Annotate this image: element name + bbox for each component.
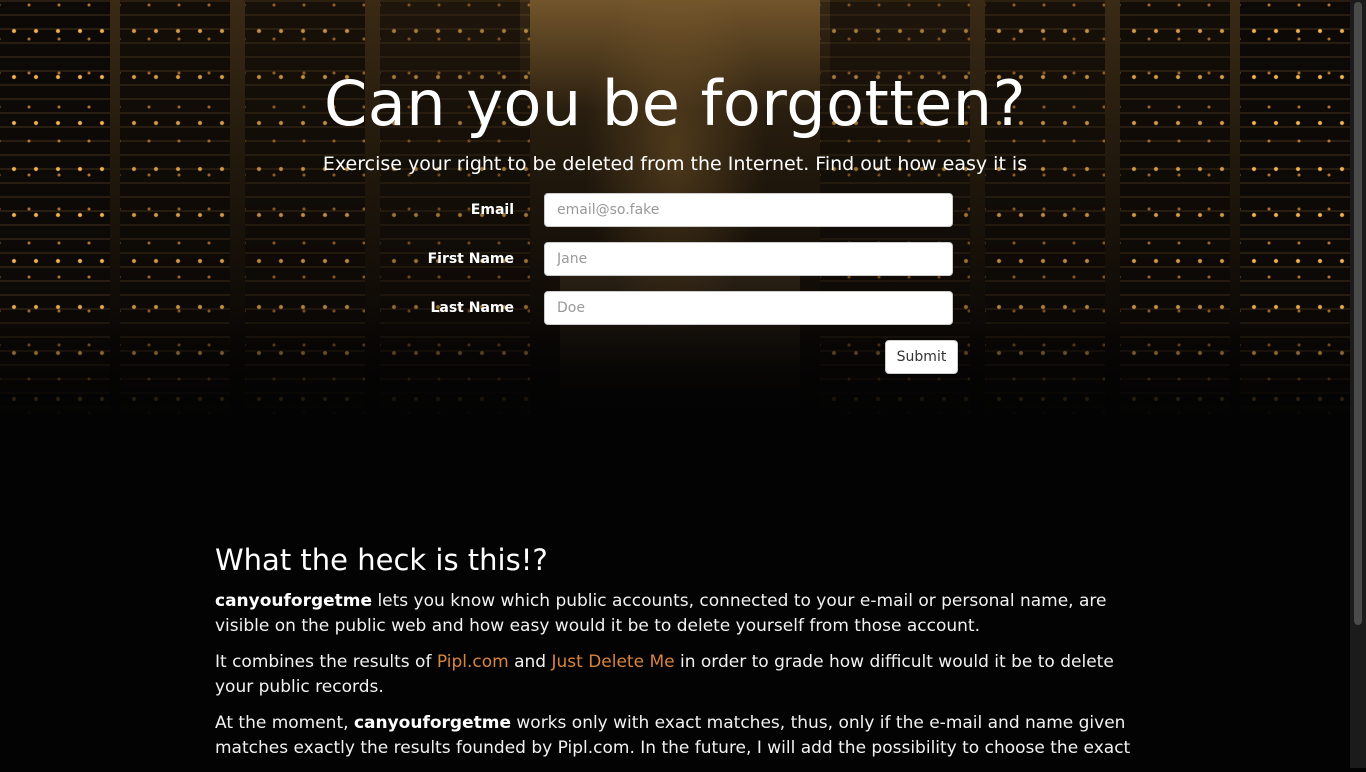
first-name-input[interactable] — [544, 242, 953, 276]
scrollbar-thumb[interactable] — [1354, 2, 1362, 625]
brand-name-2: canyouforgetme — [353, 713, 511, 733]
last-name-input[interactable] — [544, 291, 953, 325]
submit-button[interactable]: Submit — [885, 340, 958, 374]
first-name-row: First Name — [400, 242, 960, 276]
email-row: Email — [400, 193, 960, 227]
about-paragraph-3: At the moment, canyouforgetme works only… — [215, 711, 1135, 761]
about-paragraph-1: canyouforgetme lets you know which publi… — [215, 589, 1135, 639]
just-delete-me-link[interactable]: Just Delete Me — [551, 652, 674, 672]
about-heading: What the heck is this!? — [215, 543, 548, 577]
about-paragraph-2: It combines the results of Pipl.com and … — [215, 650, 1135, 700]
about-paragraph-2-text-a: It combines the results of — [215, 652, 437, 672]
first-name-label: First Name — [427, 251, 514, 267]
page-subtitle: Exercise your right to be deleted from t… — [322, 153, 1028, 175]
about-paragraph-3-text-a: At the moment, — [215, 713, 354, 733]
about-paragraph-2-text-b: and — [508, 652, 552, 672]
email-input[interactable] — [544, 193, 953, 227]
pipl-link[interactable]: Pipl.com — [437, 652, 509, 672]
page-title: Can you be forgotten? — [323, 67, 1027, 140]
email-label: Email — [470, 202, 514, 218]
page-scrollbar[interactable] — [1350, 0, 1366, 768]
last-name-label: Last Name — [430, 300, 514, 316]
last-name-row: Last Name — [400, 291, 960, 325]
about-section: What the heck is this!? canyouforgetme l… — [215, 540, 1135, 772]
brand-name: canyouforgetme — [215, 591, 373, 611]
